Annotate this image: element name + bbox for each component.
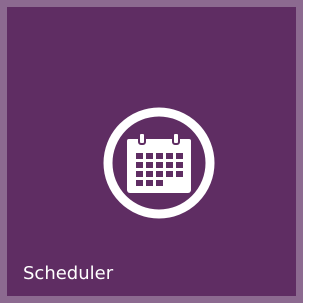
calendar-icon bbox=[103, 107, 215, 219]
scheduler-tile[interactable]: Scheduler bbox=[0, 0, 303, 303]
tile-label: Scheduler bbox=[23, 263, 114, 284]
